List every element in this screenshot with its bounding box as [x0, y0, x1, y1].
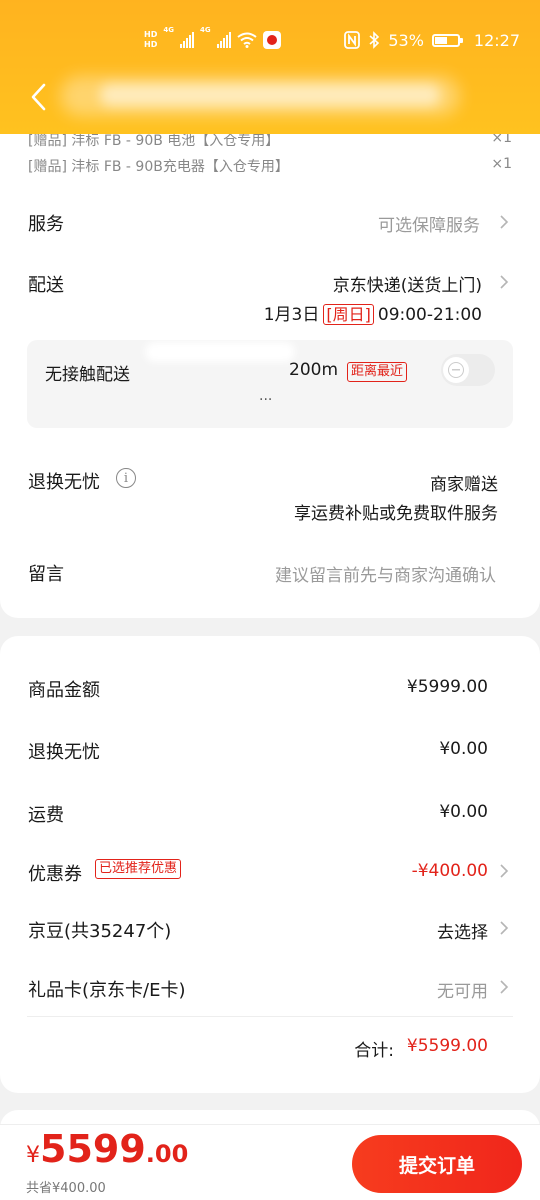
return-fee-label: 退换无忧 [28, 742, 100, 763]
ellipsis: ... [259, 388, 273, 404]
chevron-right-icon [500, 275, 509, 289]
delivery-weekday: [周日] [323, 304, 374, 325]
coupon-value: -¥400.00 [411, 861, 488, 881]
delivery-carrier: 京东快递(送货上门) [332, 276, 482, 296]
redacted-text [145, 342, 295, 362]
gift-card-label: 礼品卡(京东卡/E卡) [28, 980, 186, 1001]
top-header: HD HD 4G 4G 53% 12:27 [0, 0, 540, 134]
final-price: ¥5599.00 [26, 1127, 188, 1171]
divider [27, 1016, 513, 1017]
network-type-1: 4G [163, 26, 174, 34]
order-options-card: [赠品] 沣标 FB - 90B 电池【入仓专用】 ×1 [赠品] 沣标 FB … [0, 118, 540, 618]
no-contact-delivery-box: 无接触配送 200m 距离最近 ... [27, 340, 513, 428]
signal-icon-2 [216, 32, 231, 48]
return-worry-free-label: 退换无忧 [28, 472, 100, 493]
delivery-time: 1月3日 [周日] 09:00-21:00 [264, 300, 482, 325]
gift-qty-2: ×1 [491, 156, 512, 172]
chevron-right-icon [500, 864, 509, 878]
goods-amount-label: 商品金额 [28, 680, 100, 701]
battery-icon [431, 33, 463, 47]
wifi-icon [236, 32, 257, 48]
message-label: 留言 [28, 564, 64, 585]
price-decimal: .00 [145, 1140, 189, 1168]
total-label: 合计: [354, 1041, 394, 1061]
shipping-label: 运费 [28, 805, 64, 826]
total-value: ¥5599.00 [406, 1036, 488, 1056]
checkout-bar: ¥5599.00 共省¥400.00 提交订单 [0, 1124, 540, 1200]
hd-label-1: HD [144, 30, 158, 39]
delivery-time-range: 09:00-21:00 [377, 305, 482, 325]
goods-amount-value: ¥5999.00 [406, 677, 488, 697]
status-right: 53% 12:27 [344, 24, 520, 56]
delivery-label: 配送 [28, 275, 64, 296]
info-icon[interactable]: i [116, 468, 136, 488]
hd-label-2: HD [144, 40, 158, 49]
shipping-value: ¥0.00 [439, 802, 488, 822]
service-value: 可选保障服务 [378, 216, 480, 236]
chevron-left-icon [31, 83, 46, 111]
battery-percent: 53% [388, 30, 424, 50]
jd-beans-label: 京豆(共35247个) [28, 921, 172, 942]
jd-beans-value: 去选择 [437, 923, 488, 943]
chevron-right-icon [500, 921, 509, 935]
price-integer: 5599 [40, 1127, 146, 1171]
return-worry-free-subvalue: 享运费补贴或免费取件服务 [294, 504, 498, 524]
coupon-label: 优惠券 [28, 864, 82, 885]
nfc-icon [344, 31, 361, 49]
signal-icon [179, 32, 194, 48]
saved-amount: 共省¥400.00 [26, 1181, 106, 1196]
status-bar: HD HD 4G 4G 53% 12:27 [0, 24, 540, 56]
no-contact-label: 无接触配送 [45, 365, 130, 385]
app-notification-icon [262, 31, 281, 49]
toggle-knob [443, 357, 469, 383]
coupon-badge: 已选推荐优惠 [95, 859, 182, 879]
back-button[interactable] [26, 82, 50, 112]
chevron-right-icon [500, 215, 509, 229]
signal-group: HD HD 4G 4G [144, 24, 281, 56]
bluetooth-icon [369, 31, 380, 49]
message-input[interactable]: 建议留言前先与商家沟通确认 [275, 561, 496, 586]
gift-item-2: [赠品] 沣标 FB - 90B充电器【入仓专用】 [28, 159, 289, 175]
delivery-date: 1月3日 [263, 305, 320, 325]
clock: 12:27 [473, 30, 520, 50]
submit-order-button[interactable]: 提交订单 [352, 1135, 522, 1193]
service-label: 服务 [28, 214, 64, 235]
pickup-distance: 200m [289, 360, 339, 380]
currency-symbol: ¥ [26, 1143, 40, 1168]
hd-indicator: HD HD [144, 30, 157, 50]
chevron-right-icon [500, 980, 509, 994]
return-worry-free-value: 商家赠送 [430, 475, 498, 495]
gift-card-value: 无可用 [437, 982, 488, 1002]
nearest-badge: 距离最近 [347, 362, 408, 382]
network-type-2: 4G [199, 26, 211, 34]
no-contact-toggle[interactable] [441, 354, 495, 386]
address-redacted-inner [100, 84, 440, 106]
price-summary-card: 商品金额 ¥5999.00 退换无忧 ¥0.00 运费 ¥0.00 优惠券 已选… [0, 636, 540, 1093]
return-fee-value: ¥0.00 [439, 739, 488, 759]
